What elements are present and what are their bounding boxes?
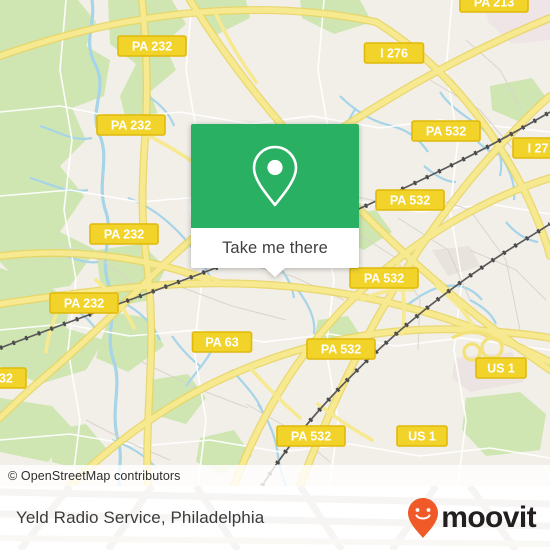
svg-text:PA 532: PA 532 bbox=[291, 430, 331, 444]
take-me-there-label: Take me there bbox=[222, 238, 328, 257]
moovit-wordmark: moovit bbox=[441, 501, 536, 534]
osm-attribution-text: © OpenStreetMap contributors bbox=[8, 468, 181, 483]
svg-text:PA 532: PA 532 bbox=[364, 272, 404, 286]
map-canvas[interactable]: PA 213 PA 232 I 276 PA 232 PA 532 I 27 PA 532 P… bbox=[0, 0, 550, 486]
svg-text:PA 232: PA 232 bbox=[111, 119, 151, 133]
shield-pa532-b: PA 532 bbox=[375, 189, 445, 211]
svg-text:I 27: I 27 bbox=[528, 142, 549, 156]
shield-pa232-c: PA 232 bbox=[89, 223, 159, 245]
place-title: Yeld Radio Service, Philadelphia bbox=[16, 508, 265, 527]
moovit-smiley-pin-icon bbox=[408, 498, 439, 538]
svg-text:I 276: I 276 bbox=[380, 47, 408, 61]
moovit-logo: moovit bbox=[407, 497, 537, 539]
shield-pa232-d: PA 232 bbox=[49, 292, 119, 314]
shield-i276-right: I 27 bbox=[512, 137, 550, 159]
svg-text:PA 232: PA 232 bbox=[104, 228, 144, 242]
shield-us1-bottom: US 1 bbox=[396, 425, 448, 447]
shield-pa532-c: PA 532 bbox=[349, 267, 419, 289]
svg-text:PA 532: PA 532 bbox=[321, 343, 361, 357]
shield-us1-right: US 1 bbox=[475, 357, 527, 379]
shield-pa213-top: PA 213 bbox=[459, 0, 529, 13]
shield-pa232-b: PA 232 bbox=[96, 114, 166, 136]
svg-text:PA 232: PA 232 bbox=[132, 40, 172, 54]
popup-action-row[interactable]: Take me there bbox=[191, 228, 359, 277]
shield-pa63: PA 63 bbox=[191, 331, 253, 353]
svg-text:PA 532: PA 532 bbox=[426, 125, 466, 139]
shield-pa532-d: PA 532 bbox=[306, 338, 376, 360]
svg-text:PA 213: PA 213 bbox=[474, 0, 514, 10]
map-screenshot: PA 213 PA 232 I 276 PA 232 PA 532 I 27 PA 532 P… bbox=[0, 0, 550, 550]
svg-text:US 1: US 1 bbox=[408, 430, 436, 444]
popup-header bbox=[191, 124, 359, 228]
shield-pa232-a: PA 232 bbox=[117, 35, 187, 57]
osm-attribution-bar[interactable]: © OpenStreetMap contributors bbox=[0, 465, 550, 486]
map-pin-icon bbox=[252, 145, 298, 207]
shield-pa532-e: PA 532 bbox=[276, 425, 346, 447]
footer-bar: Yeld Radio Service, Philadelphia moovit bbox=[0, 486, 550, 550]
svg-text:PA 63: PA 63 bbox=[205, 336, 238, 350]
shield-i276-a: I 276 bbox=[363, 42, 425, 64]
svg-text:PA 232: PA 232 bbox=[64, 297, 104, 311]
svg-text:US 1: US 1 bbox=[487, 362, 515, 376]
destination-popup-card[interactable]: Take me there bbox=[191, 124, 359, 277]
svg-text:32: 32 bbox=[0, 372, 13, 386]
shield-pa232-left: 32 bbox=[0, 367, 27, 389]
shield-pa532-a: PA 532 bbox=[411, 120, 481, 142]
svg-text:PA 532: PA 532 bbox=[390, 194, 430, 208]
popup-pointer-tail bbox=[265, 268, 285, 277]
